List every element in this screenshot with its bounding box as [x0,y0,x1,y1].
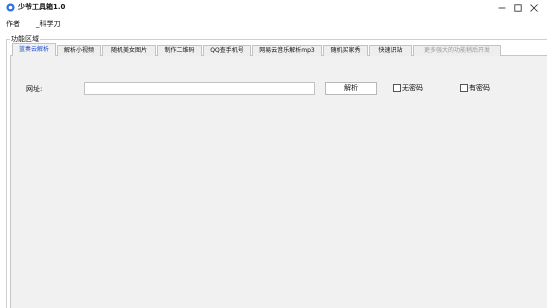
window-title: 少爷工具箱1.0 [18,3,66,11]
close-button[interactable] [526,0,542,15]
tab-qq-phone[interactable]: QQ查手机号 [203,45,251,56]
url-input[interactable] [84,82,315,95]
menu-tech[interactable]: _科学刀 [36,19,61,30]
tab-buyer-show[interactable]: 随机买家秀 [323,45,368,56]
url-label: 网址: [26,85,43,93]
tab-qrcode[interactable]: 制作二维码 [157,45,202,56]
title-bar: 少爷工具箱1.0 [0,0,547,15]
tab-site-recognition[interactable]: 快速识站 [369,45,412,56]
parse-button[interactable]: 解析 [325,82,377,95]
minimize-icon [498,7,506,8]
app-logo-icon [6,3,15,12]
tab-netease-mp3[interactable]: 网易云音乐解析mp3 [252,45,322,56]
has-password-checkbox[interactable] [460,84,468,92]
close-icon [530,3,538,12]
maximize-icon [514,3,522,12]
tab-short-video[interactable]: 解析小视频 [57,45,101,56]
has-password-label: 有密码 [469,84,490,92]
no-password-label: 无密码 [402,84,423,92]
tab-more-coming: 更多强大的功能稍后开发 [413,45,501,56]
menu-bar: 作者 _科学刀 [0,19,547,30]
minimize-button[interactable] [494,0,510,15]
no-password-checkbox[interactable] [393,84,401,92]
maximize-button[interactable] [510,0,526,15]
tab-lanzou-parse[interactable]: 蓝奏云解析 [12,43,56,56]
tab-random-images[interactable]: 随机美女图片 [102,45,156,56]
menu-author[interactable]: 作者 [6,19,20,30]
